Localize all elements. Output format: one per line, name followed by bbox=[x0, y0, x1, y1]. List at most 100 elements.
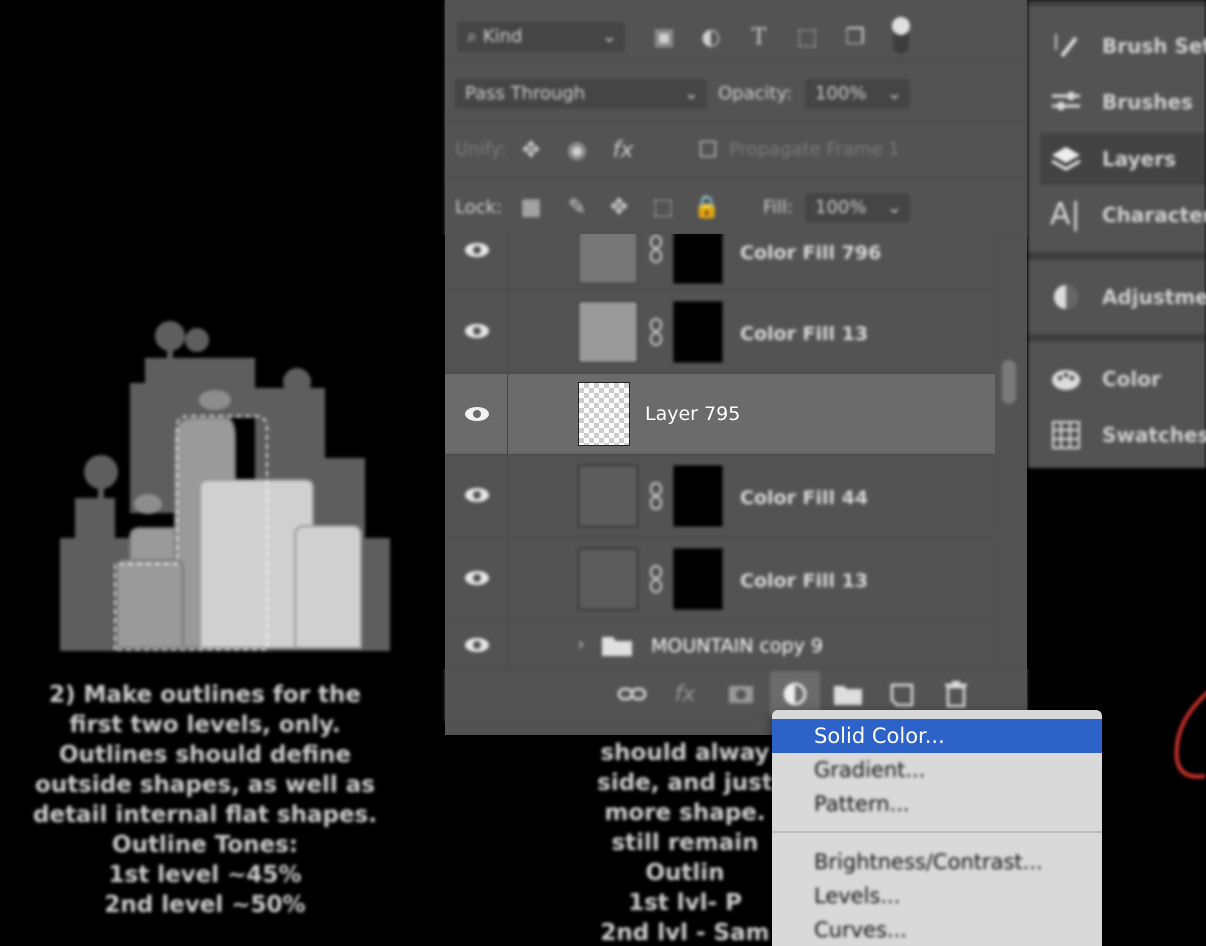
dock-label: Swatches bbox=[1102, 423, 1206, 447]
layer-row-selected[interactable]: Layer 795 bbox=[445, 374, 995, 455]
lock-paint-icon[interactable]: ✎ bbox=[563, 194, 591, 222]
caption-line: still remain bbox=[611, 830, 759, 856]
adjustments-icon bbox=[1054, 285, 1078, 309]
caption-line: 2nd lvl - Sam bbox=[600, 920, 770, 946]
caption-line: detail internal flat shapes. bbox=[33, 802, 377, 828]
menu-item-levels[interactable]: Levels... bbox=[772, 879, 1102, 913]
layer-name[interactable]: Layer 795 bbox=[645, 399, 740, 429]
eye-icon[interactable] bbox=[463, 568, 491, 588]
dock-item-character[interactable]: A| Character bbox=[1028, 189, 1206, 241]
dock-separator bbox=[1028, 334, 1206, 342]
dock-item-swatches[interactable]: Swatches bbox=[1028, 409, 1206, 461]
blend-mode-select[interactable]: Pass Through ⌄ bbox=[455, 79, 707, 109]
unify-position-icon[interactable]: ✥ bbox=[517, 137, 545, 165]
layer-list-scrollbar[interactable] bbox=[1002, 360, 1016, 404]
layer-mask-thumbnail[interactable] bbox=[673, 465, 723, 527]
lock-artboard-icon[interactable]: ⬚ bbox=[649, 194, 677, 222]
fill-input[interactable]: 100% ⌄ bbox=[805, 193, 910, 223]
trash-icon[interactable] bbox=[939, 677, 973, 711]
filter-kind-select[interactable]: ⌕ Kind ⌄ bbox=[457, 22, 625, 52]
eye-icon[interactable] bbox=[463, 485, 491, 505]
layer-mask-thumbnail[interactable] bbox=[673, 301, 723, 363]
chevron-down-icon: ⌄ bbox=[886, 197, 902, 218]
propagate-checkbox[interactable]: ☐ bbox=[697, 137, 719, 165]
caption-line: should alway bbox=[600, 740, 770, 766]
link-chain-icon[interactable] bbox=[648, 317, 664, 347]
layer-thumbnail[interactable] bbox=[578, 465, 638, 527]
smart-object-filter-icon[interactable]: ❒ bbox=[841, 24, 869, 52]
unify-style-icon[interactable]: fx bbox=[609, 137, 637, 165]
chevron-down-icon: ⌄ bbox=[601, 26, 617, 47]
layer-thumbnail[interactable] bbox=[578, 301, 638, 363]
dock-item-color[interactable]: Color bbox=[1028, 353, 1206, 405]
layer-thumbnail[interactable] bbox=[578, 548, 638, 610]
dock-item-brush-settings[interactable]: Brush Setti bbox=[1028, 20, 1206, 72]
chevron-down-icon: ⌄ bbox=[886, 83, 902, 104]
layer-group-row[interactable]: › MOUNTAIN copy 9 bbox=[445, 621, 995, 668]
caption-line: 1st lvl- P bbox=[628, 890, 742, 916]
layer-name[interactable]: MOUNTAIN copy 9 bbox=[651, 631, 823, 661]
adjustment-layer-filter-icon[interactable]: ◐ bbox=[697, 24, 725, 52]
add-mask-icon[interactable] bbox=[724, 677, 758, 711]
layer-name[interactable]: Color Fill 796 bbox=[740, 238, 881, 268]
propagate-label: Propagate Frame 1 bbox=[729, 139, 900, 160]
menu-separator bbox=[772, 831, 1102, 833]
dock-label: Color bbox=[1102, 367, 1161, 391]
link-layers-icon[interactable] bbox=[615, 677, 649, 711]
link-chain-icon[interactable] bbox=[648, 234, 664, 264]
unify-label: Unify: bbox=[455, 139, 507, 160]
layer-name[interactable]: Color Fill 13 bbox=[740, 566, 868, 596]
menu-item-pattern[interactable]: Pattern... bbox=[772, 787, 1102, 821]
type-layer-filter-icon[interactable]: T bbox=[745, 24, 773, 52]
eye-icon[interactable] bbox=[463, 635, 491, 655]
menu-item-curves[interactable]: Curves... bbox=[772, 913, 1102, 946]
adjustment-layer-menu: Solid Color... Gradient... Pattern... Br… bbox=[772, 710, 1102, 946]
expand-arrow-icon[interactable]: › bbox=[573, 631, 589, 659]
opacity-label: Opacity: bbox=[718, 83, 792, 104]
lock-transparent-icon[interactable]: ▦ bbox=[517, 194, 545, 222]
fx-icon[interactable]: fx bbox=[671, 681, 699, 709]
dock-separator bbox=[1028, 0, 1206, 6]
eye-icon[interactable] bbox=[463, 240, 491, 260]
new-group-icon[interactable] bbox=[831, 677, 865, 711]
layer-mask-thumbnail[interactable] bbox=[673, 548, 723, 610]
lock-position-icon[interactable]: ✥ bbox=[605, 194, 633, 222]
brush-settings-icon bbox=[1055, 34, 1078, 58]
dock-item-adjustments[interactable]: Adjustmen bbox=[1028, 271, 1206, 323]
link-chain-icon[interactable] bbox=[648, 564, 664, 594]
eye-icon[interactable] bbox=[463, 321, 491, 341]
new-layer-icon[interactable] bbox=[885, 677, 919, 711]
folder-icon bbox=[602, 637, 632, 656]
pixel-layer-filter-icon[interactable]: ▣ bbox=[650, 24, 678, 52]
dock-label: Character bbox=[1102, 203, 1206, 227]
layer-row[interactable]: Color Fill 13 bbox=[445, 538, 995, 621]
menu-item-solid-color[interactable]: Solid Color... bbox=[772, 719, 1102, 753]
caption-line: Outline Tones: bbox=[112, 832, 298, 858]
adjustment-layer-icon[interactable] bbox=[778, 677, 812, 711]
layer-row[interactable]: Color Fill 13 bbox=[445, 291, 995, 374]
layers-panel: ⌕ Kind ⌄ ▣ ◐ T ⬚ ❒ Pass Through ⌄ Opacit… bbox=[445, 0, 1027, 735]
shape-layer-filter-icon[interactable]: ⬚ bbox=[793, 24, 821, 52]
layer-row[interactable]: Color Fill 44 bbox=[445, 455, 995, 538]
dock-item-brushes[interactable]: Brushes bbox=[1028, 76, 1206, 128]
right-dock: Brush Setti Brushes Layers A| Character … bbox=[1028, 0, 1206, 468]
lock-all-icon[interactable]: 🔒 bbox=[693, 194, 721, 222]
opacity-input[interactable]: 100% ⌄ bbox=[805, 79, 910, 109]
menu-item-gradient[interactable]: Gradient... bbox=[772, 753, 1102, 787]
eye-icon[interactable] bbox=[463, 404, 491, 424]
layer-name[interactable]: Color Fill 13 bbox=[740, 319, 868, 349]
filter-toggle-icon[interactable] bbox=[889, 14, 913, 56]
dock-item-layers[interactable]: Layers bbox=[1040, 133, 1206, 185]
link-chain-icon[interactable] bbox=[648, 481, 664, 511]
layer-thumbnail[interactable] bbox=[578, 382, 630, 446]
blend-bar: Pass Through ⌄ Opacity: 100% ⌄ bbox=[445, 60, 1027, 123]
layer-mask-thumbnail[interactable] bbox=[673, 234, 723, 284]
dock-label: Brush Setti bbox=[1102, 34, 1206, 58]
caption-left: 2) Make outlines for the first two level… bbox=[20, 680, 390, 920]
menu-item-brightness-contrast[interactable]: Brightness/Contrast... bbox=[772, 845, 1102, 879]
layer-row[interactable]: Color Fill 796 bbox=[445, 234, 995, 291]
search-icon: ⌕ bbox=[467, 26, 483, 47]
layer-name[interactable]: Color Fill 44 bbox=[740, 483, 868, 513]
layer-thumbnail[interactable] bbox=[578, 234, 638, 284]
unify-visibility-icon[interactable]: ◉ bbox=[563, 137, 591, 165]
